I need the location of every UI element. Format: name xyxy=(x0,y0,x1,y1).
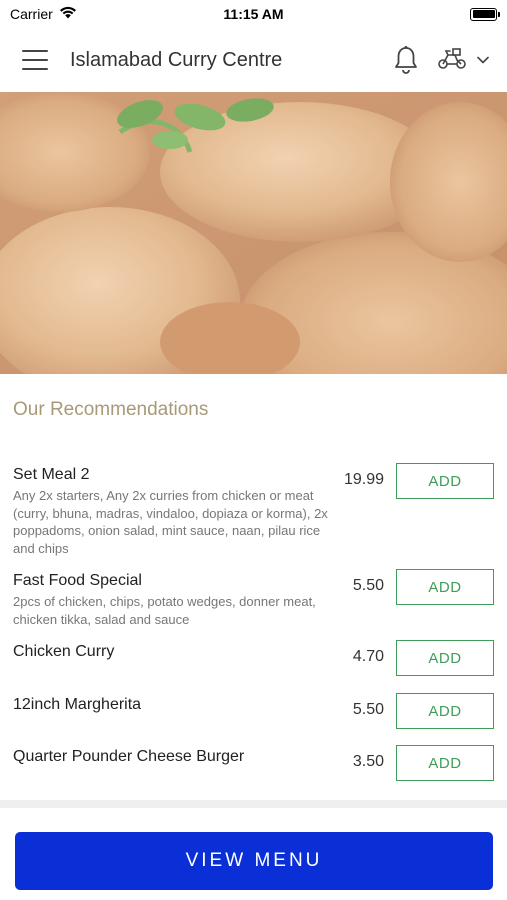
app-header: Islamabad Curry Centre xyxy=(0,28,507,92)
section-divider xyxy=(0,800,507,808)
wifi-icon xyxy=(59,6,77,22)
menu-icon[interactable] xyxy=(22,50,48,70)
item-description: Any 2x starters, Any 2x curries from chi… xyxy=(13,488,328,556)
item-name: Fast Food Special xyxy=(13,572,142,589)
item-name: 12inch Margherita xyxy=(13,696,142,713)
status-left: Carrier xyxy=(10,6,77,22)
battery-icon xyxy=(470,7,500,21)
item-price: 3.50 xyxy=(352,753,384,770)
item-description: 2pcs of chicken, chips, potato wedges, d… xyxy=(13,594,316,627)
item-price: 4.70 xyxy=(352,648,384,665)
chevron-down-icon xyxy=(477,51,489,69)
item-price: 19.99 xyxy=(343,471,384,488)
add-button[interactable]: ADD xyxy=(396,745,494,781)
view-menu-button[interactable]: VIEW MENU xyxy=(15,832,493,890)
delivery-mode-toggle[interactable] xyxy=(437,46,489,75)
add-button[interactable]: ADD xyxy=(396,693,494,729)
item-name: Chicken Curry xyxy=(13,643,115,660)
item-name: Set Meal 2 xyxy=(13,466,90,483)
carrier-label: Carrier xyxy=(10,6,53,22)
bell-icon[interactable] xyxy=(393,45,419,75)
item-price: 5.50 xyxy=(352,577,384,594)
add-button[interactable]: ADD xyxy=(396,640,494,676)
page-title: Islamabad Curry Centre xyxy=(70,48,283,71)
status-bar: Carrier 11:15 AM xyxy=(0,0,507,28)
scooter-icon xyxy=(437,46,467,75)
battery-level xyxy=(472,10,495,18)
add-button[interactable]: ADD xyxy=(396,463,494,499)
section-title: Our Recommendations xyxy=(13,399,209,420)
add-button[interactable]: ADD xyxy=(396,569,494,605)
item-price: 5.50 xyxy=(352,701,384,718)
item-name: Quarter Pounder Cheese Burger xyxy=(13,748,245,765)
header-actions xyxy=(393,45,489,75)
hero-food-image xyxy=(0,92,507,374)
